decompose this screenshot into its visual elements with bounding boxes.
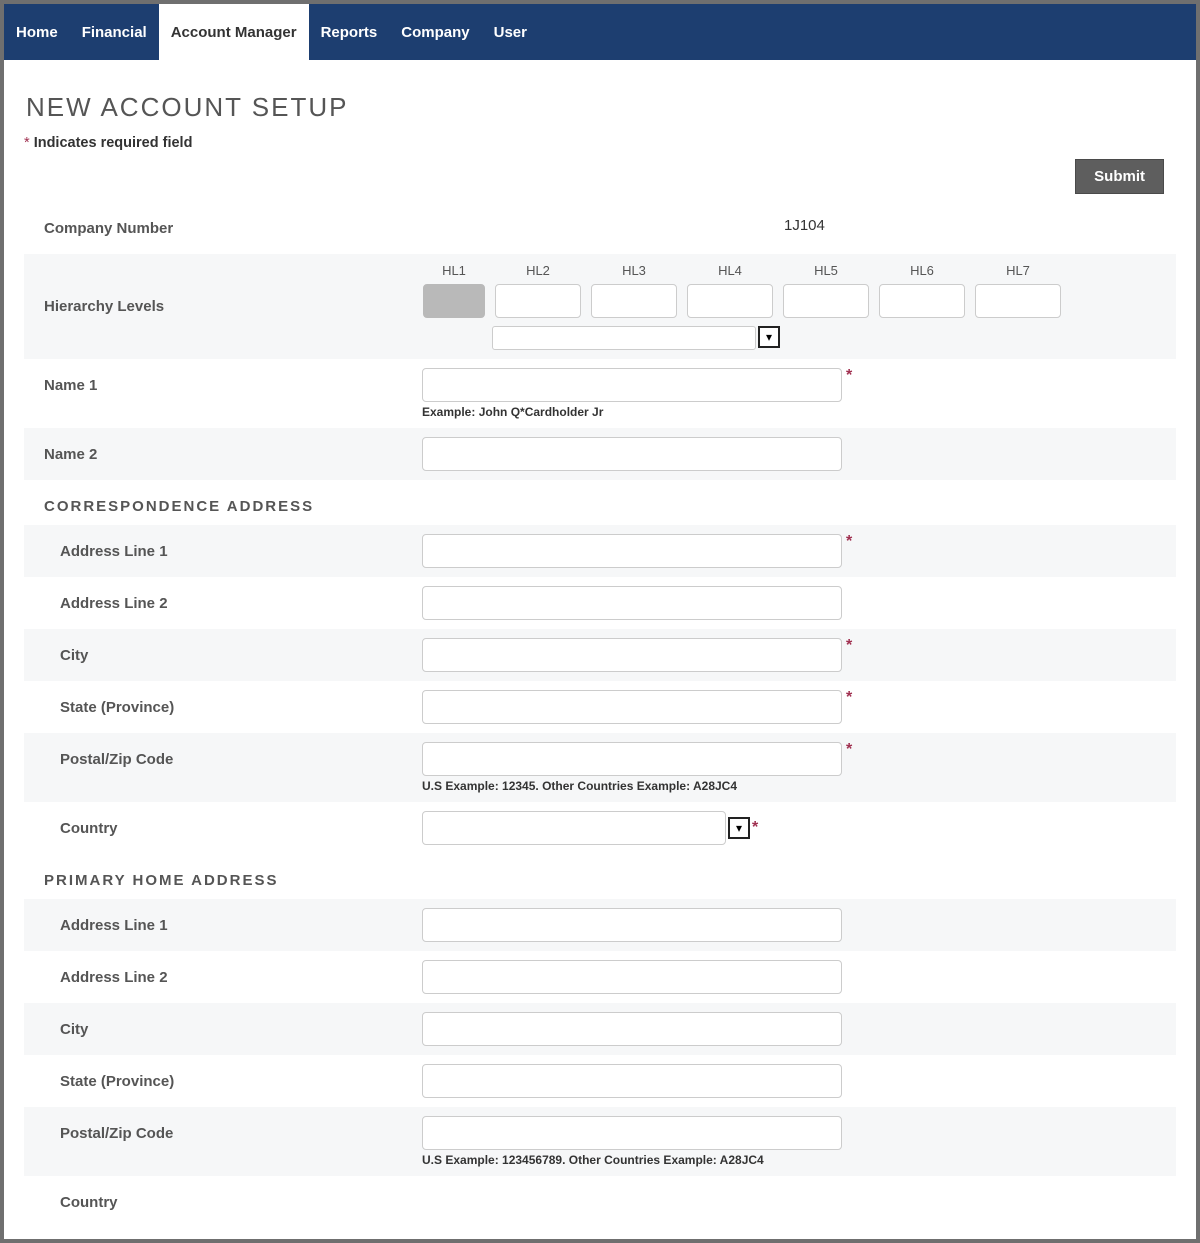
- label-home-addr2: Address Line 2: [24, 960, 422, 994]
- row-hierarchy: Hierarchy Levels HL1 HL2 HL3 HL4 HL5 HL6…: [24, 254, 1176, 359]
- row-home-country: Country: [24, 1176, 1176, 1219]
- corr-country-required-star: *: [752, 820, 758, 836]
- hierarchy-inputs: HL1 HL2 HL3 HL4 HL5 HL6 HL7: [422, 263, 1176, 318]
- top-nav: Home Financial Account Manager Reports C…: [4, 4, 1196, 60]
- row-home-state: State (Province): [24, 1055, 1176, 1107]
- nav-company[interactable]: Company: [389, 4, 481, 60]
- corr-addr2-input[interactable]: [422, 586, 842, 620]
- required-star: *: [24, 135, 30, 151]
- corr-country-select[interactable]: [422, 811, 726, 845]
- corr-country-toggle[interactable]: ▾: [728, 817, 750, 839]
- hl1-header: HL1: [442, 263, 466, 278]
- row-corr-country: Country ▾ *: [24, 802, 1176, 854]
- hl2-input[interactable]: [495, 284, 581, 318]
- row-corr-addr1: Address Line 1 *: [24, 525, 1176, 577]
- required-note-text: Indicates required field: [34, 135, 193, 151]
- row-corr-state: State (Province) *: [24, 681, 1176, 733]
- hl6-input[interactable]: [879, 284, 965, 318]
- label-corr-country: Country: [24, 811, 422, 845]
- name1-required-star: *: [846, 368, 852, 384]
- section-correspondence: CORRESPONDENCE ADDRESS: [24, 480, 1176, 525]
- home-addr1-input[interactable]: [422, 908, 842, 942]
- corr-state-required-star: *: [846, 690, 852, 706]
- hl3-header: HL3: [622, 263, 646, 278]
- hl2-header: HL2: [526, 263, 550, 278]
- label-corr-city: City: [24, 638, 422, 672]
- corr-postal-required-star: *: [846, 742, 852, 758]
- hl3-input[interactable]: [591, 284, 677, 318]
- label-hierarchy: Hierarchy Levels: [24, 290, 422, 324]
- hl1-input: [423, 284, 485, 318]
- row-home-addr1: Address Line 1: [24, 899, 1176, 951]
- row-name2: Name 2: [24, 428, 1176, 480]
- row-home-addr2: Address Line 2: [24, 951, 1176, 1003]
- corr-postal-hint: U.S Example: 12345. Other Countries Exam…: [422, 779, 1176, 793]
- corr-city-input[interactable]: [422, 638, 842, 672]
- row-company-number: Company Number 1J104: [24, 202, 1176, 254]
- page-content: NEW ACCOUNT SETUP * Indicates required f…: [4, 60, 1196, 1239]
- submit-button[interactable]: Submit: [1075, 159, 1164, 194]
- label-home-city: City: [24, 1012, 422, 1046]
- app-frame: Home Financial Account Manager Reports C…: [4, 4, 1196, 1239]
- nav-financial[interactable]: Financial: [70, 4, 159, 60]
- hl7-input[interactable]: [975, 284, 1061, 318]
- row-corr-city: City *: [24, 629, 1176, 681]
- account-form: Company Number 1J104 Hierarchy Levels HL…: [24, 202, 1176, 1219]
- nav-account-manager[interactable]: Account Manager: [159, 4, 309, 60]
- nav-user[interactable]: User: [482, 4, 539, 60]
- corr-city-required-star: *: [846, 638, 852, 654]
- home-city-input[interactable]: [422, 1012, 842, 1046]
- label-name2: Name 2: [24, 437, 422, 471]
- row-corr-addr2: Address Line 2: [24, 577, 1176, 629]
- label-home-addr1: Address Line 1: [24, 908, 422, 942]
- nav-home[interactable]: Home: [4, 4, 70, 60]
- label-home-state: State (Province): [24, 1064, 422, 1098]
- row-name1: Name 1 * Example: John Q*Cardholder Jr: [24, 359, 1176, 428]
- page-title: NEW ACCOUNT SETUP: [26, 92, 1176, 123]
- submit-bar: Submit: [24, 159, 1176, 194]
- hl5-header: HL5: [814, 263, 838, 278]
- hl4-header: HL4: [718, 263, 742, 278]
- hierarchy-select[interactable]: [492, 326, 756, 350]
- corr-postal-input[interactable]: [422, 742, 842, 776]
- row-home-city: City: [24, 1003, 1176, 1055]
- section-home: PRIMARY HOME ADDRESS: [24, 854, 1176, 899]
- hl5-input[interactable]: [783, 284, 869, 318]
- label-home-postal: Postal/Zip Code: [24, 1116, 422, 1150]
- hl7-header: HL7: [1006, 263, 1030, 278]
- name2-input[interactable]: [422, 437, 842, 471]
- name1-hint: Example: John Q*Cardholder Jr: [422, 405, 1176, 419]
- home-postal-hint: U.S Example: 123456789. Other Countries …: [422, 1153, 1176, 1167]
- hierarchy-select-toggle[interactable]: ▾: [758, 326, 780, 348]
- required-note: * Indicates required field: [24, 135, 1176, 151]
- company-number-value: 1J104: [422, 211, 1176, 234]
- row-home-postal: Postal/Zip Code U.S Example: 123456789. …: [24, 1107, 1176, 1176]
- corr-addr1-required-star: *: [846, 534, 852, 550]
- hl4-input[interactable]: [687, 284, 773, 318]
- label-corr-state: State (Province): [24, 690, 422, 724]
- home-state-input[interactable]: [422, 1064, 842, 1098]
- row-corr-postal: Postal/Zip Code * U.S Example: 12345. Ot…: [24, 733, 1176, 802]
- label-home-country: Country: [24, 1185, 422, 1219]
- nav-reports[interactable]: Reports: [309, 4, 390, 60]
- label-corr-addr1: Address Line 1: [24, 534, 422, 568]
- label-corr-addr2: Address Line 2: [24, 586, 422, 620]
- label-corr-postal: Postal/Zip Code: [24, 742, 422, 776]
- corr-addr1-input[interactable]: [422, 534, 842, 568]
- corr-state-input[interactable]: [422, 690, 842, 724]
- home-addr2-input[interactable]: [422, 960, 842, 994]
- label-name1: Name 1: [24, 368, 422, 402]
- chevron-down-icon: ▾: [766, 330, 772, 344]
- home-postal-input[interactable]: [422, 1116, 842, 1150]
- name1-input[interactable]: [422, 368, 842, 402]
- hl6-header: HL6: [910, 263, 934, 278]
- chevron-down-icon: ▾: [736, 821, 742, 835]
- label-company-number: Company Number: [24, 211, 422, 245]
